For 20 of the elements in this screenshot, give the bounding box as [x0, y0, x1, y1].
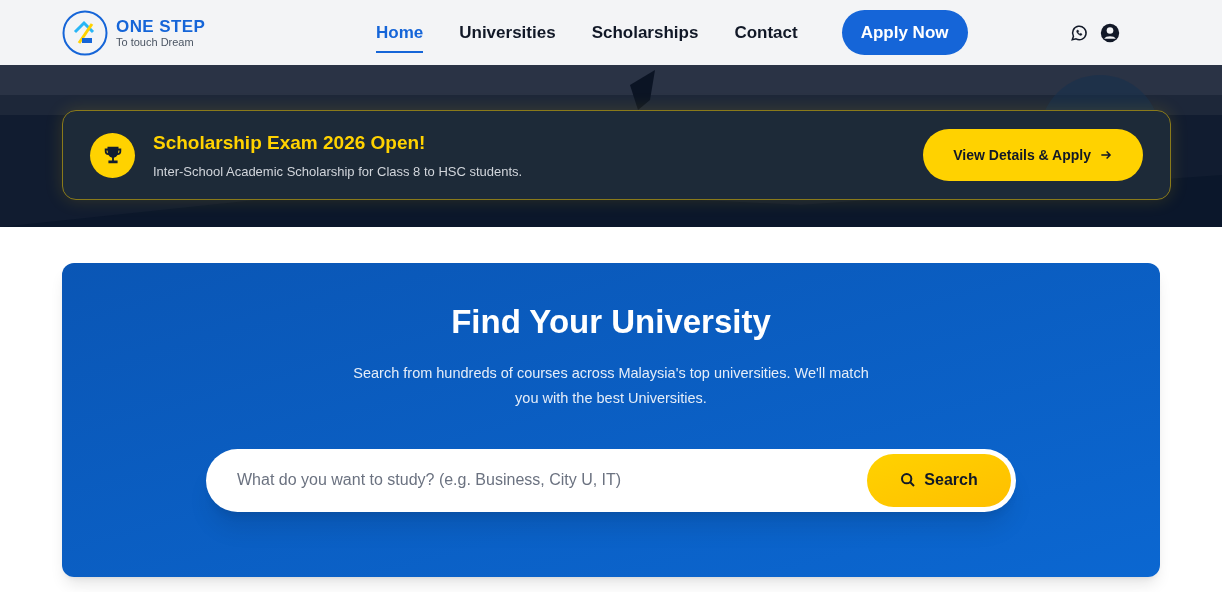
whatsapp-icon[interactable] — [1070, 23, 1088, 42]
user-icon[interactable] — [1100, 22, 1120, 43]
apply-now-button[interactable]: Apply Now — [841, 10, 968, 55]
nav-link[interactable]: Home — [376, 11, 424, 54]
search-icon — [900, 472, 917, 488]
arrow-right-icon — [1099, 148, 1113, 162]
logo-title: ONE STEP — [116, 17, 206, 35]
logo-tagline: To touch Dream — [116, 36, 195, 48]
trophy-icon — [90, 132, 135, 178]
search-button[interactable]: Search — [867, 453, 1011, 507]
announcement-text: Inter-School Academic Scholarship for Class 8 to HSC students. — [153, 162, 523, 181]
nav-link[interactable]: Universities — [459, 11, 556, 54]
announcement-title: Scholarship Exam 2026 Open! — [153, 131, 427, 155]
search-field[interactable]: What do you want to study? (e.g. Business, City U, IT) Search — [206, 448, 1016, 512]
finder-title: Find Your University — [451, 302, 771, 342]
finder-subtitle: Search from hundreds of courses across Malaysia's top universities. We'll match you with the best Universities. — [352, 363, 870, 408]
logo-icon — [62, 9, 108, 56]
nav-link[interactable]: Contact — [734, 11, 798, 54]
nav-link[interactable]: Scholarships — [591, 11, 699, 54]
view-details-button[interactable]: View Details & Apply — [923, 129, 1143, 181]
